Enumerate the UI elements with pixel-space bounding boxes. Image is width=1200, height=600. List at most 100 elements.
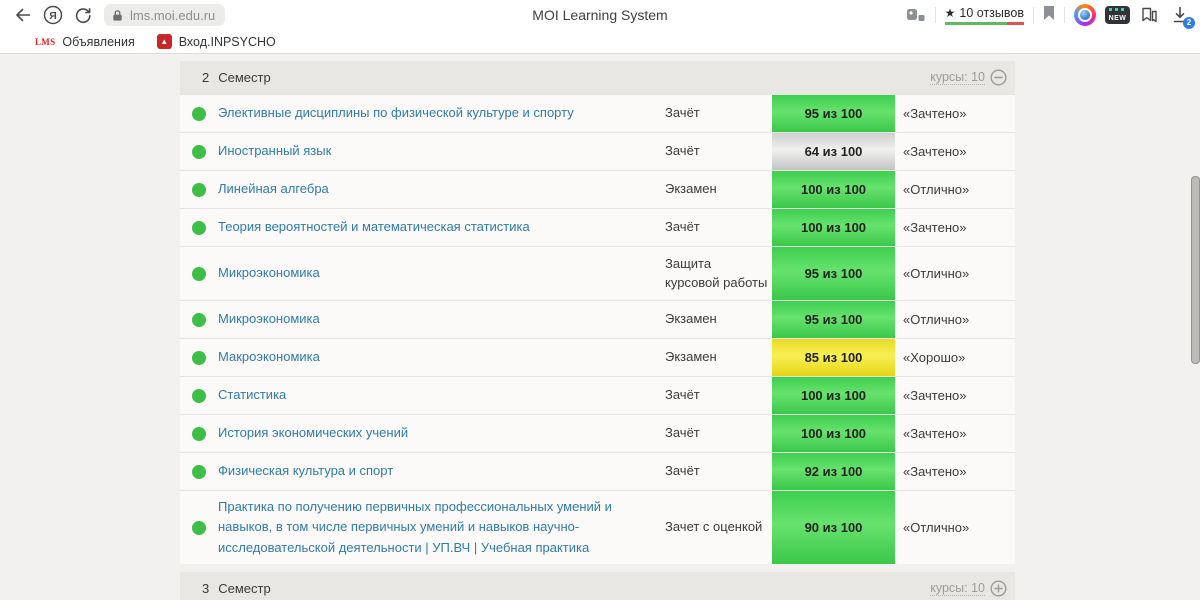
course-link[interactable]: Макроэкономика: [218, 349, 320, 364]
new-badge: NEW: [1108, 15, 1127, 22]
course-link[interactable]: Иностранный язык: [218, 143, 331, 158]
divider: [1033, 7, 1034, 23]
refresh-icon: [75, 8, 91, 24]
course-link[interactable]: Элективные дисциплины по физической куль…: [218, 105, 574, 120]
course-link[interactable]: Теория вероятностей и математическая ста…: [218, 219, 530, 234]
assessment-type: Экзамен: [665, 181, 717, 197]
score-value: 85 из 100: [804, 350, 863, 365]
score-value: 95 из 100: [804, 312, 863, 327]
rating-distribution-bar: [944, 21, 1024, 25]
expand-icon[interactable]: [990, 580, 1007, 597]
course-row: Иностранный язык Зачёт 64 из 100 «Зачтен…: [180, 132, 1015, 170]
grades-table: 2 Семестр курсы: 10 Элективные дисциплин…: [180, 54, 1015, 600]
grade-label: «Зачтено»: [903, 464, 967, 479]
semester-2-header: 2 Семестр курсы: 10: [180, 61, 1015, 94]
course-status-icon: [192, 106, 206, 121]
bookmarks-bar: LMS Объявления ▲ Вход.INPSYCHO: [0, 30, 1200, 54]
star-icon: ★: [944, 5, 956, 20]
score-value: 95 из 100: [804, 266, 863, 281]
site-rating-button[interactable]: ★ 10 отзывов: [944, 5, 1024, 25]
course-link[interactable]: История экономических учений: [218, 425, 408, 440]
course-status-icon: [192, 520, 206, 535]
course-link[interactable]: Статистика: [218, 387, 286, 402]
bookmark-item-inpsycho[interactable]: ▲ Вход.INPSYCHO: [156, 34, 276, 49]
course-link[interactable]: Практика по получению первичных професси…: [218, 499, 612, 554]
course-status-icon: [192, 388, 206, 403]
browser-chrome: Я lms.moi.edu.ru MOI Learning System ★ 1…: [0, 0, 1200, 54]
score-badge: 100 из 100: [772, 171, 895, 208]
grade-label: «Зачтено»: [903, 388, 967, 403]
semester-number: 3: [202, 581, 210, 596]
score-badge: 100 из 100: [772, 415, 895, 452]
semester-title: Семестр: [218, 581, 271, 596]
inpsycho-favicon: ▲: [156, 34, 172, 49]
score-value: 100 из 100: [800, 220, 867, 235]
score-badge: 85 из 100: [772, 339, 895, 376]
grade-label: «Отлично»: [903, 520, 970, 535]
yandex-home-button[interactable]: Я: [38, 2, 68, 28]
page-body: 2 Семестр курсы: 10 Элективные дисциплин…: [0, 54, 1200, 600]
toolbar-right: ★ 10 отзывов NEW 2: [906, 3, 1195, 29]
svg-text:Я: Я: [49, 10, 57, 22]
video-new-icon[interactable]: NEW: [1105, 6, 1130, 24]
score-value: 100 из 100: [800, 182, 867, 197]
score-badge: 92 из 100: [772, 453, 895, 490]
divider: [1064, 7, 1065, 23]
course-status-icon: [192, 426, 206, 441]
back-button[interactable]: [8, 2, 38, 28]
downloads-button[interactable]: 2: [1168, 3, 1195, 29]
bookmark-item-announcements[interactable]: LMS Объявления: [35, 35, 135, 49]
assessment-type: Экзамен: [665, 349, 717, 365]
score-badge: 100 из 100: [772, 209, 895, 246]
score-value: 100 из 100: [800, 388, 867, 403]
back-icon: [16, 8, 31, 22]
refresh-button[interactable]: [68, 2, 98, 28]
assessment-type: Зачет с оценкой: [665, 519, 763, 535]
address-bar[interactable]: lms.moi.edu.ru: [104, 4, 226, 26]
downloads-count-badge: 2: [1183, 17, 1195, 29]
course-status-icon: [192, 182, 206, 197]
score-badge: 90 из 100: [772, 491, 895, 564]
score-value: 92 из 100: [804, 464, 863, 479]
assessment-type: Зачёт: [665, 425, 700, 441]
grade-label: «Зачтено»: [903, 144, 967, 159]
score-badge: 95 из 100: [772, 301, 895, 338]
scrollbar-thumb[interactable]: [1191, 176, 1200, 364]
score-value: 64 из 100: [804, 144, 863, 159]
assessment-type: Зачёт: [665, 105, 700, 121]
grade-label: «Зачтено»: [903, 426, 967, 441]
divider: [934, 7, 936, 23]
score-value: 90 из 100: [804, 520, 863, 535]
course-row: Практика по получению первичных професси…: [180, 490, 1015, 564]
course-status-icon: [192, 144, 206, 159]
semester-title: Семестр: [218, 70, 271, 85]
reviews-count-label: 10 отзывов: [959, 5, 1024, 20]
course-row: Макроэкономика Экзамен 85 из 100 «Хорошо…: [180, 338, 1015, 376]
course-status-icon: [192, 312, 206, 327]
bookmark-flag-button[interactable]: [1043, 5, 1055, 26]
grade-label: «Хорошо»: [903, 350, 966, 365]
course-link[interactable]: Микроэкономика: [218, 265, 320, 280]
alice-assistant-icon[interactable]: [1074, 4, 1096, 26]
assessment-type: Зачёт: [665, 463, 700, 479]
courses-count-link[interactable]: курсы: 10: [930, 581, 985, 596]
course-link[interactable]: Физическая культура и спорт: [218, 463, 393, 478]
semester-3-header: 3 Семестр курсы: 10: [180, 572, 1015, 600]
course-row: Теория вероятностей и математическая ста…: [180, 208, 1015, 246]
course-row: Статистика Зачёт 100 из 100 «Зачтено»: [180, 376, 1015, 414]
course-row: Линейная алгебра Экзамен 100 из 100 «Отл…: [180, 170, 1015, 208]
page-tools-icon[interactable]: [906, 7, 926, 23]
courses-count-link[interactable]: курсы: 10: [930, 70, 985, 85]
course-row: Физическая культура и спорт Зачёт 92 из …: [180, 452, 1015, 490]
course-link[interactable]: Микроэкономика: [218, 311, 320, 326]
semester-number: 2: [202, 70, 210, 85]
score-value: 100 из 100: [800, 426, 867, 441]
score-value: 95 из 100: [804, 106, 863, 121]
grade-label: «Отлично»: [903, 312, 970, 327]
collections-icon[interactable]: [1139, 6, 1159, 24]
assessment-type: Зачёт: [665, 143, 700, 159]
grade-label: «Зачтено»: [903, 106, 967, 121]
collapse-icon[interactable]: [990, 69, 1007, 86]
course-link[interactable]: Линейная алгебра: [218, 181, 329, 196]
assessment-type: Зачёт: [665, 387, 700, 403]
